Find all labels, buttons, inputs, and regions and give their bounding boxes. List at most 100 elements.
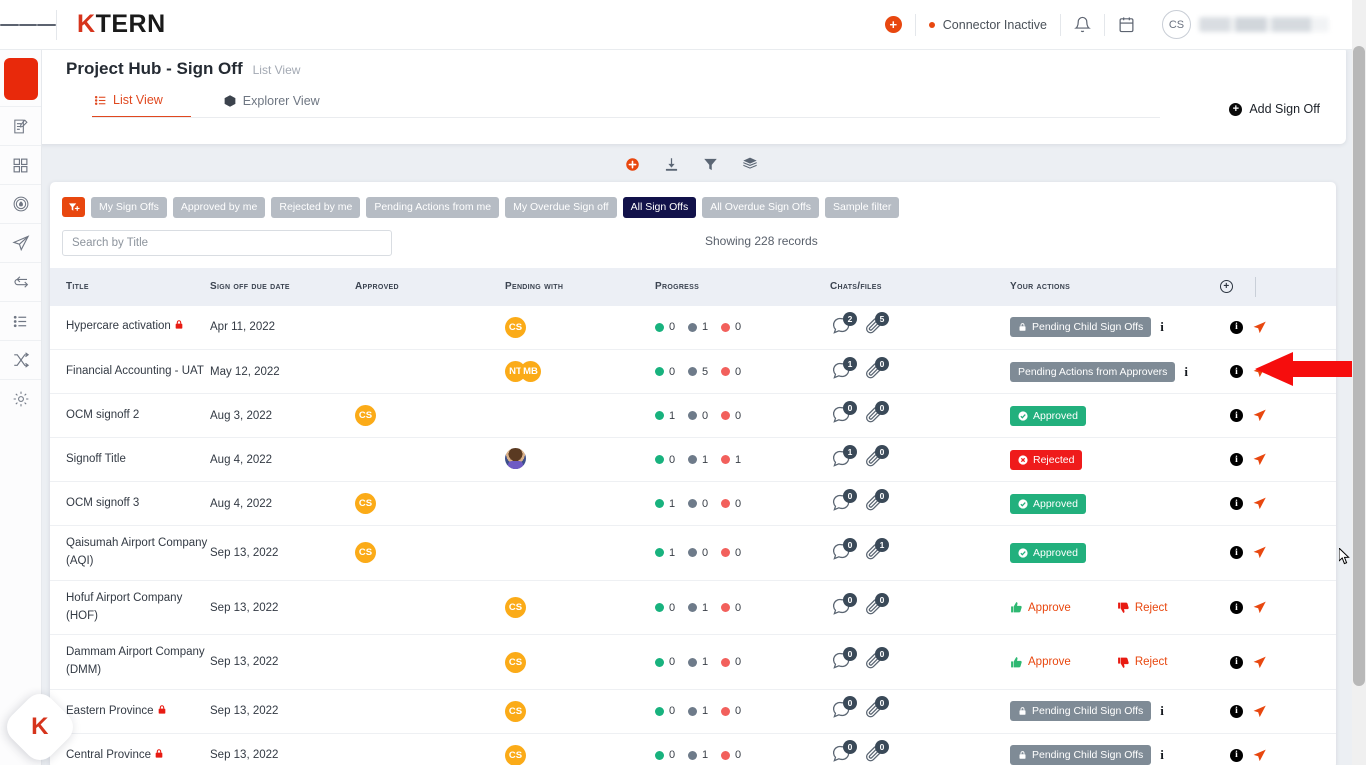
avatar-group[interactable]: NT MB (505, 361, 541, 383)
info-tooltip-icon[interactable]: i (1184, 364, 1188, 380)
attachment-icon[interactable]: 0 (864, 400, 889, 427)
cell-title[interactable]: Hofuf Airport Company (HOF) (50, 580, 210, 636)
cell-title[interactable]: OCM signoff 3 (50, 481, 210, 527)
rail-item-notes[interactable] (0, 106, 41, 145)
send-icon[interactable] (1252, 408, 1267, 423)
chat-icon[interactable]: 0 (832, 647, 857, 673)
status-badge[interactable]: Approved (1010, 405, 1086, 426)
attachment-icon[interactable]: 5 (864, 312, 889, 338)
table-row[interactable]: Financial Accounting - UAT May 12, 2022 … (50, 349, 1336, 395)
attachment-icon[interactable]: 0 (864, 356, 889, 383)
column-header-title[interactable]: Title (50, 267, 210, 306)
avatar[interactable]: CS (505, 597, 526, 619)
avatar[interactable]: CS (355, 493, 376, 515)
download-icon[interactable] (664, 157, 679, 172)
column-header-progress[interactable]: Progress (655, 267, 830, 306)
layers-icon[interactable] (742, 156, 758, 172)
chat-icon[interactable]: 0 (832, 400, 857, 427)
ktern-logo[interactable]: K TERN (57, 12, 166, 37)
notifications-button[interactable] (1061, 0, 1104, 49)
info-circle-icon[interactable]: i (1230, 409, 1243, 423)
chip-my-overdue-sign-off[interactable]: My Overdue Sign off (505, 197, 617, 218)
user-profile[interactable]: CS (1148, 0, 1342, 49)
column-header-chats-files[interactable]: Chats/Files (830, 267, 1010, 306)
send-icon[interactable] (1252, 364, 1267, 379)
send-icon[interactable] (1252, 748, 1267, 763)
avatar-group[interactable]: CS (505, 316, 526, 338)
column-header-due-date[interactable]: Sign Off Due Date (210, 267, 355, 306)
rail-item-dashboard[interactable] (0, 145, 41, 184)
cell-title[interactable]: Signoff Title (50, 437, 210, 483)
rail-item-home[interactable] (3, 58, 38, 100)
status-badge[interactable]: Approved (1010, 542, 1086, 563)
info-circle-icon[interactable]: i (1230, 704, 1243, 718)
column-header-your-actions[interactable]: Your Actions (1010, 267, 1220, 306)
column-header-pending-with[interactable]: Pending With (505, 267, 655, 306)
send-icon[interactable] (1252, 320, 1267, 335)
chat-icon[interactable]: 0 (832, 740, 857, 765)
info-circle-icon[interactable]: i (1230, 497, 1243, 511)
avatar-group[interactable]: CS (355, 542, 376, 564)
send-icon[interactable] (1252, 496, 1267, 511)
avatar[interactable]: CS (355, 542, 376, 564)
rail-item-shuffle[interactable] (0, 340, 41, 379)
cell-title[interactable]: Hypercare activation (50, 305, 210, 351)
avatar[interactable]: MB (520, 361, 541, 383)
rail-item-refresh[interactable] (0, 262, 41, 301)
avatar-group[interactable] (505, 447, 526, 469)
avatar-group[interactable]: CS (355, 405, 376, 427)
table-row[interactable]: Signoff Title Aug 4, 2022 0 1 1 1 0 Reje… (50, 437, 1336, 483)
info-circle-icon[interactable]: i (1230, 748, 1243, 762)
hamburger-icon[interactable] (0, 21, 57, 29)
table-row[interactable]: OCM signoff 2 Aug 3, 2022 CS 1 0 0 0 0 A… (50, 393, 1336, 439)
avatar[interactable]: CS (505, 316, 526, 338)
chip-pending-actions-from-me[interactable]: Pending Actions from me (366, 197, 500, 218)
filter-funnel-icon[interactable] (703, 157, 718, 172)
attachment-icon[interactable]: 0 (864, 488, 889, 515)
connector-status[interactable]: Connector Inactive (916, 0, 1060, 49)
attachment-icon[interactable]: 0 (864, 444, 889, 471)
table-row[interactable]: Hofuf Airport Company (HOF) Sep 13, 2022… (50, 580, 1336, 636)
attachment-icon[interactable]: 0 (864, 740, 889, 765)
send-icon[interactable] (1252, 545, 1267, 560)
send-icon[interactable] (1252, 655, 1267, 670)
info-circle-icon[interactable]: i (1230, 601, 1243, 615)
info-tooltip-icon[interactable]: i (1160, 747, 1164, 763)
table-row[interactable]: Dammam Airport Company (DMM) Sep 13, 202… (50, 634, 1336, 690)
status-badge[interactable]: Approved (1010, 493, 1086, 514)
chip-sample-filter[interactable]: Sample filter (824, 197, 900, 218)
chip-approved-by-me[interactable]: Approved by me (172, 197, 266, 218)
chat-icon[interactable]: 1 (832, 444, 857, 471)
rail-item-heat[interactable] (0, 184, 41, 223)
rail-item-settings[interactable] (0, 379, 41, 418)
avatar-group[interactable]: CS (505, 597, 526, 619)
table-row[interactable]: Eastern Province Sep 13, 2022 CS 0 1 0 0… (50, 689, 1336, 734)
add-column-button[interactable]: + (1220, 280, 1233, 294)
search-input[interactable] (62, 229, 392, 256)
avatar[interactable]: CS (505, 744, 526, 765)
page-scrollbar-track[interactable] (1352, 0, 1366, 765)
cell-title[interactable]: Eastern Province (50, 689, 210, 734)
info-circle-icon[interactable]: i (1230, 655, 1243, 669)
attachment-icon[interactable]: 1 (864, 537, 889, 564)
info-circle-icon[interactable]: i (1230, 320, 1243, 334)
send-icon[interactable] (1252, 452, 1267, 467)
avatar[interactable]: CS (355, 405, 376, 427)
cell-title[interactable]: OCM signoff 2 (50, 393, 210, 439)
table-row[interactable]: Hypercare activation Apr 11, 2022 CS 0 1… (50, 305, 1336, 351)
calendar-button[interactable] (1105, 0, 1148, 49)
add-filter-button[interactable] (62, 197, 85, 218)
info-tooltip-icon[interactable]: i (1160, 703, 1164, 719)
send-icon[interactable] (1252, 600, 1267, 615)
chip-all-sign-offs[interactable]: All Sign Offs (622, 197, 697, 218)
approve-button[interactable]: Approve (1010, 601, 1071, 614)
table-row[interactable]: OCM signoff 3 Aug 4, 2022 CS 1 0 0 0 0 A… (50, 481, 1336, 527)
cell-title[interactable]: Qaisumah Airport Company (AQI) (50, 525, 210, 581)
info-circle-icon[interactable]: i (1230, 546, 1243, 560)
avatar-group[interactable]: CS (505, 744, 526, 765)
chat-icon[interactable]: 1 (832, 356, 857, 383)
attachment-icon[interactable]: 0 (864, 592, 889, 619)
reject-button[interactable]: Reject (1117, 601, 1167, 614)
chat-icon[interactable]: 0 (832, 592, 857, 619)
rail-item-list[interactable] (0, 301, 41, 340)
